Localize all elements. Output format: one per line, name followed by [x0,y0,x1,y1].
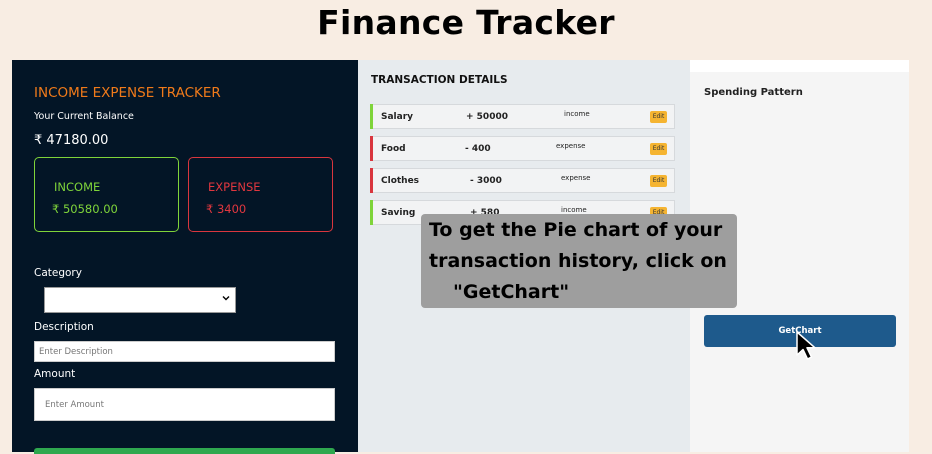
expense-indicator [370,168,373,193]
transaction-amount: - 400 [465,144,491,154]
tooltip-line-1: To get the Pie chart of your [429,219,723,241]
tracker-heading: INCOME EXPENSE TRACKER [34,85,221,101]
transaction-type: income [561,206,587,214]
transaction-type: expense [561,174,591,182]
income-value: ₹ 50580.00 [52,202,118,216]
chevron-down-icon [222,294,230,305]
page-title: Finance Tracker [317,3,615,42]
transaction-row: Food - 400 expense Edit [370,136,675,161]
instruction-tooltip: To get the Pie chart of your transaction… [421,214,737,308]
transaction-amount: + 50000 [466,112,508,122]
income-label: INCOME [54,180,101,194]
category-label: Category [34,267,82,279]
expense-value: ₹ 3400 [206,202,247,216]
transaction-name: Food [381,144,406,154]
description-input[interactable]: Enter Description [34,341,335,362]
description-label: Description [34,321,94,333]
transaction-name: Clothes [381,176,420,186]
category-select[interactable] [44,287,236,313]
transaction-row: Clothes - 3000 expense Edit [370,168,675,193]
transaction-name: Saving [381,208,416,218]
spending-pattern-heading: Spending Pattern [704,87,803,98]
tracker-panel: INCOME EXPENSE TRACKER Your Current Bala… [12,60,358,454]
tooltip-line-2: transaction history, click on [429,250,727,272]
amount-label: Amount [34,368,76,380]
transaction-name: Salary [381,112,414,122]
balance-value: ₹ 47180.00 [34,133,109,148]
transaction-row: Salary + 50000 income Edit [370,104,675,129]
panel-top-strip [690,60,909,72]
mouse-cursor-icon [795,331,821,361]
add-transaction-button[interactable] [34,448,335,454]
edit-button[interactable]: Edit [650,111,667,123]
edit-button[interactable]: Edit [650,175,667,187]
transaction-type: expense [556,142,586,150]
balance-label: Your Current Balance [34,111,134,122]
income-indicator [370,104,373,129]
tooltip-line-3: "GetChart" [453,281,570,303]
amount-input[interactable]: Enter Amount [34,388,335,421]
income-card: INCOME ₹ 50580.00 [34,157,179,232]
transaction-type: income [564,110,590,118]
expense-card: EXPENSE ₹ 3400 [188,157,333,232]
transaction-amount: - 3000 [470,176,502,186]
transactions-heading: TRANSACTION DETAILS [371,74,508,86]
income-indicator [370,200,373,225]
edit-button[interactable]: Edit [650,143,667,155]
expense-indicator [370,136,373,161]
expense-label: EXPENSE [208,180,261,194]
